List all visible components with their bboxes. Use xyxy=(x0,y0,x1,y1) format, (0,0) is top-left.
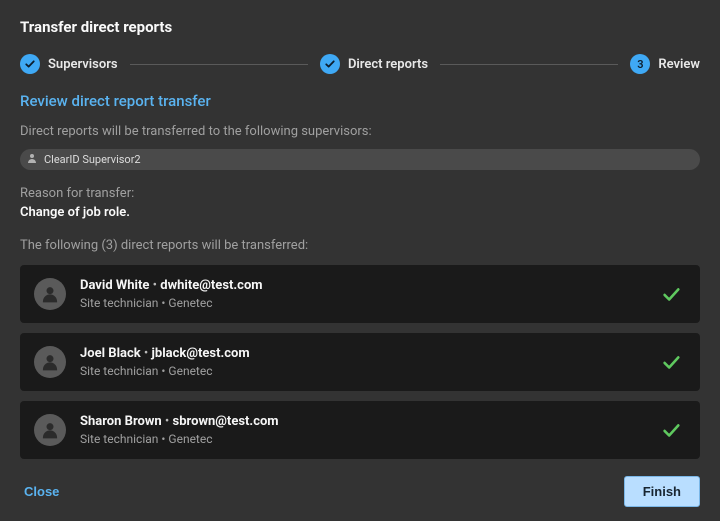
close-button[interactable]: Close xyxy=(20,478,63,505)
list-item-sub: Site technician • Genetec xyxy=(80,296,646,310)
success-check-icon xyxy=(660,351,682,373)
step-review[interactable]: 3 Review xyxy=(630,54,700,74)
list-item: Joel Black • jblack@test.com Site techni… xyxy=(20,333,700,391)
person-org: Genetec xyxy=(168,364,212,378)
list-intro: The following (3) direct reports will be… xyxy=(20,238,700,253)
person-role: Site technician xyxy=(80,432,158,446)
step-connector xyxy=(440,64,618,65)
list-item-sub: Site technician • Genetec xyxy=(80,364,646,378)
list-item-sub: Site technician • Genetec xyxy=(80,432,646,446)
person-name: David White xyxy=(80,278,149,293)
list-item-header: Sharon Brown • sbrown@test.com xyxy=(80,414,646,429)
step-supervisors[interactable]: Supervisors xyxy=(20,54,118,74)
person-name: Sharon Brown xyxy=(80,414,162,429)
list-item-body: Joel Black • jblack@test.com Site techni… xyxy=(80,346,646,378)
supervisor-name: ClearID Supervisor2 xyxy=(44,153,141,166)
section-heading: Review direct report transfer xyxy=(20,92,700,110)
step-connector xyxy=(130,64,308,65)
step-direct-reports[interactable]: Direct reports xyxy=(320,54,428,74)
check-icon xyxy=(20,54,40,74)
person-email: dwhite@test.com xyxy=(160,278,262,293)
list-item-body: David White • dwhite@test.com Site techn… xyxy=(80,278,646,310)
reason-label: Reason for transfer: xyxy=(20,186,700,201)
list-item-header: David White • dwhite@test.com xyxy=(80,278,646,293)
direct-reports-list: David White • dwhite@test.com Site techn… xyxy=(20,265,700,459)
person-icon xyxy=(26,152,38,167)
step-number-icon: 3 xyxy=(630,54,650,74)
list-item: Sharon Brown • sbrown@test.com Site tech… xyxy=(20,401,700,459)
success-check-icon xyxy=(660,283,682,305)
avatar xyxy=(34,414,66,446)
step-label: Supervisors xyxy=(48,57,118,72)
transfer-dialog: Transfer direct reports Supervisors Dire… xyxy=(0,0,720,521)
person-role: Site technician xyxy=(80,296,158,310)
person-email: sbrown@test.com xyxy=(173,414,279,429)
person-org: Genetec xyxy=(168,296,212,310)
person-name: Joel Black xyxy=(80,346,141,361)
person-org: Genetec xyxy=(168,432,212,446)
check-icon xyxy=(320,54,340,74)
supervisor-chip: ClearID Supervisor2 xyxy=(20,149,700,170)
list-item: David White • dwhite@test.com Site techn… xyxy=(20,265,700,323)
transferred-to-label: Direct reports will be transferred to th… xyxy=(20,124,700,139)
person-role: Site technician xyxy=(80,364,158,378)
list-item-body: Sharon Brown • sbrown@test.com Site tech… xyxy=(80,414,646,446)
wizard-stepper: Supervisors Direct reports 3 Review xyxy=(20,54,700,74)
avatar xyxy=(34,278,66,310)
person-email: jblack@test.com xyxy=(152,346,250,361)
success-check-icon xyxy=(660,419,682,441)
avatar xyxy=(34,346,66,378)
step-label: Review xyxy=(658,57,700,72)
finish-button[interactable]: Finish xyxy=(624,476,700,507)
reason-value: Change of job role. xyxy=(20,205,700,220)
dialog-footer: Close Finish xyxy=(20,460,700,507)
list-item-header: Joel Black • jblack@test.com xyxy=(80,346,646,361)
step-label: Direct reports xyxy=(348,57,428,72)
dialog-title: Transfer direct reports xyxy=(20,18,700,36)
